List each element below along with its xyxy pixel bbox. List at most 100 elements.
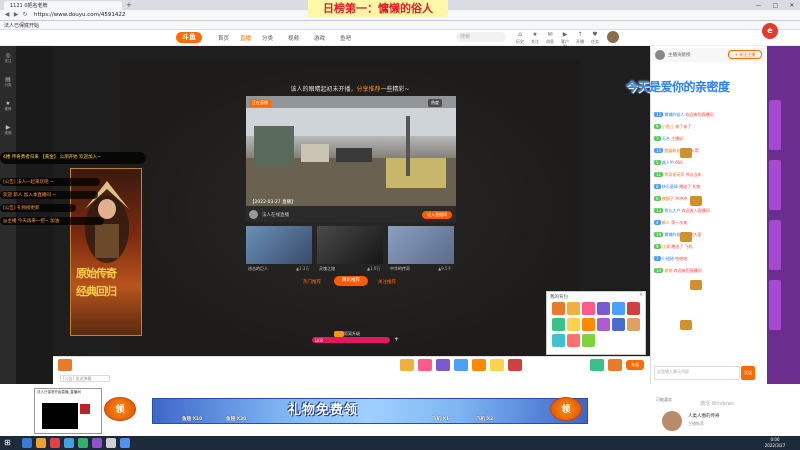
maximize-icon[interactable]: □ [773,2,779,9]
taskbar-app-icon[interactable] [50,438,60,448]
streamer-name[interactable]: 法人在线直播 [262,212,289,218]
send-button[interactable]: 发送 [741,366,755,380]
chat-username[interactable]: 快乐星球 [662,184,678,189]
chat-username[interactable]: 超级粉丝 [664,148,680,153]
chat-input[interactable]: 这里输入聊天内容 [654,366,740,380]
bookmark-item[interactable]: 法人已保底开始 [4,22,39,29]
rail-recommend[interactable]: ★ 推荐 [1,100,15,112]
minimize-icon[interactable]: — [756,2,762,9]
back-icon[interactable]: ◀ [3,11,11,19]
danmu-input[interactable]: [公告] 发送弹幕 [60,375,110,382]
backpack-item[interactable] [552,302,565,315]
tab-follow-rec[interactable]: 关注推荐 [378,279,396,285]
gift-icon[interactable] [472,359,486,371]
chat-username[interactable]: 鱼丸大户 [664,208,680,213]
chat-username[interactable]: 夜猫子 [662,196,674,201]
claim-button[interactable]: 领 [104,397,136,421]
tab-featured[interactable]: 精彩推荐 [334,276,368,286]
taskbar-app-icon[interactable] [78,438,88,448]
nav-fishbar[interactable]: 鱼吧 [340,34,351,42]
taskbar-app-icon[interactable] [64,438,74,448]
backpack-item[interactable] [627,318,640,331]
chat-username[interactable]: 无名 [662,136,670,141]
backpack-item[interactable] [582,302,595,315]
contribution-rank-title[interactable]: 主播贡献榜 [668,52,691,58]
gift-icon[interactable] [400,359,414,371]
red-logo-icon[interactable]: e [762,23,778,39]
nav-video[interactable]: 视频 [288,34,299,42]
url-field[interactable]: https://www.douyu.com/4591422 [34,11,534,19]
user-avatar[interactable] [607,31,619,43]
recommend-avatar[interactable] [662,411,682,431]
free-gift-banner[interactable] [152,398,588,424]
start-icon[interactable]: ⊞ [4,438,11,448]
client-icon[interactable]: ▶客户端 [560,31,570,49]
gift-icon[interactable] [454,359,468,371]
taskbar-app-icon[interactable] [36,438,46,448]
new-tab-button[interactable]: + [126,1,136,9]
taskbar-app-icon[interactable] [106,438,116,448]
gift-icon[interactable] [608,359,622,371]
browser-tab[interactable]: 1121 0把名老牌 [4,1,122,10]
nav-home[interactable]: 首页 [218,34,229,42]
chat-username[interactable]: 小甜甜 [662,256,674,261]
contributor-avatar[interactable] [655,50,665,60]
preview-close-icon[interactable] [80,404,90,414]
chat-username[interactable]: 江湖 [662,244,670,249]
follow-streamer-button[interactable]: + 关注主播 [728,50,762,59]
chat-username[interactable]: 慵懒的俗人 [664,112,684,117]
enter-room-button[interactable]: 进入直播间 [422,211,452,219]
backpack-item[interactable] [582,318,595,331]
close-icon[interactable]: × [639,292,643,298]
streamer-avatar[interactable] [249,210,258,219]
rail-category[interactable]: ▤ 分类 [1,76,15,88]
level-plus-icon[interactable]: + [394,336,399,343]
backpack-item[interactable] [597,302,610,315]
nav-live[interactable]: 直播 [240,34,251,42]
close-window-icon[interactable]: ✕ [789,2,794,9]
taskbar-app-icon[interactable] [22,438,32,448]
forward-icon[interactable]: ▶ [12,11,20,19]
nav-category[interactable]: 分类 [262,34,273,42]
taskbar-app-icon[interactable] [92,438,102,448]
backpack-item[interactable] [627,302,640,315]
backpack-item[interactable] [567,334,580,347]
refresh-icon[interactable]: ↻ [21,11,29,19]
activity-tile[interactable] [769,100,781,150]
gift-icon[interactable] [508,359,522,371]
gift-icon[interactable] [436,359,450,371]
chat-username[interactable]: 新人 [662,220,670,225]
backpack-item[interactable] [612,302,625,315]
system-clock[interactable]: 0:00 2022/3/27 [760,437,790,449]
backpack-item[interactable] [567,302,580,315]
recharge-button[interactable]: 充值 [626,360,644,370]
backpack-item[interactable] [567,318,580,331]
activity-tile[interactable] [769,220,781,270]
chat-username[interactable]: 路人甲 [662,160,674,165]
follow-icon[interactable]: ★ 关注 [530,31,540,45]
tab-hot[interactable]: 热门推荐 [303,279,321,285]
start-live-icon[interactable]: ↑ 开播 [575,31,585,45]
backpack-item[interactable] [552,334,565,347]
search-input[interactable]: 搜索 [456,32,506,42]
rail-follow[interactable]: ◎ 关注 [1,52,15,64]
backpack-item[interactable] [582,334,595,347]
thumb-2[interactable] [317,226,383,264]
chat-username[interactable]: 小鱼儿 [662,124,674,129]
message-icon[interactable]: ✉ 消息 [545,31,555,45]
activity-tile[interactable] [769,160,781,210]
backpack-item[interactable] [597,318,610,331]
gift-icon[interactable] [590,359,604,371]
gift-icon[interactable] [418,359,432,371]
thumb-1[interactable] [246,226,312,264]
nav-games[interactable]: 游戏 [314,34,325,42]
chat-username[interactable]: 老铁 [664,268,672,273]
rail-video[interactable]: ▶ 视频 [1,124,15,136]
recommend-video-thumbnail[interactable] [246,96,456,206]
task-icon[interactable]: ♥ 任务 [590,31,600,45]
history-icon[interactable]: ⌂ 历史 [515,31,525,45]
taskbar-app-icon[interactable] [120,438,130,448]
claim-button[interactable]: 领 [550,397,582,421]
thumb-3[interactable] [388,226,454,264]
backpack-item[interactable] [612,318,625,331]
